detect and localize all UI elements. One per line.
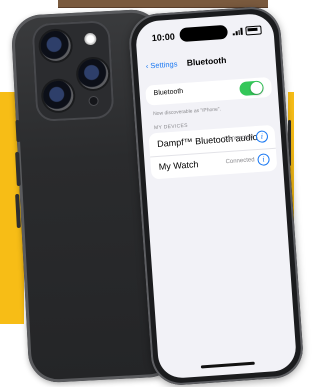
flash-icon — [84, 32, 97, 46]
bluetooth-label: Bluetooth — [153, 88, 184, 98]
info-icon[interactable]: i — [255, 130, 269, 144]
info-icon[interactable]: i — [257, 153, 270, 166]
signal-icon — [232, 27, 243, 36]
camera-lens-icon — [42, 80, 75, 112]
battery-icon — [245, 25, 262, 36]
home-indicator — [200, 361, 255, 369]
phone-screen: 10:00 ‹ Settings Bluetooth Bluetooth Now… — [134, 12, 298, 380]
discoverable-note: Now discoverable as "iPhone". — [152, 106, 222, 118]
section-header-my-devices: MY DEVICES — [153, 122, 188, 132]
device-list: Dampf™ Bluetooth audio Connected i My Wa… — [148, 124, 278, 180]
bluetooth-row: Bluetooth — [145, 76, 273, 106]
bluetooth-toggle[interactable] — [239, 80, 265, 97]
status-icons — [232, 25, 262, 36]
device-status: Connected — [225, 157, 255, 166]
camera-lens-icon — [77, 58, 109, 90]
top-backdrop-strip — [58, 0, 268, 8]
page-title: Bluetooth — [186, 54, 227, 68]
lidar-sensor-icon — [89, 96, 98, 106]
status-time: 10:00 — [151, 31, 176, 44]
camera-lens-icon — [39, 30, 72, 62]
phone-front: 10:00 ‹ Settings Bluetooth Bluetooth Now… — [127, 5, 305, 387]
navigation-bar: ‹ Settings Bluetooth — [137, 49, 276, 79]
device-name: My Watch — [158, 159, 199, 172]
dynamic-island — [179, 24, 229, 43]
camera-bump — [31, 20, 115, 122]
